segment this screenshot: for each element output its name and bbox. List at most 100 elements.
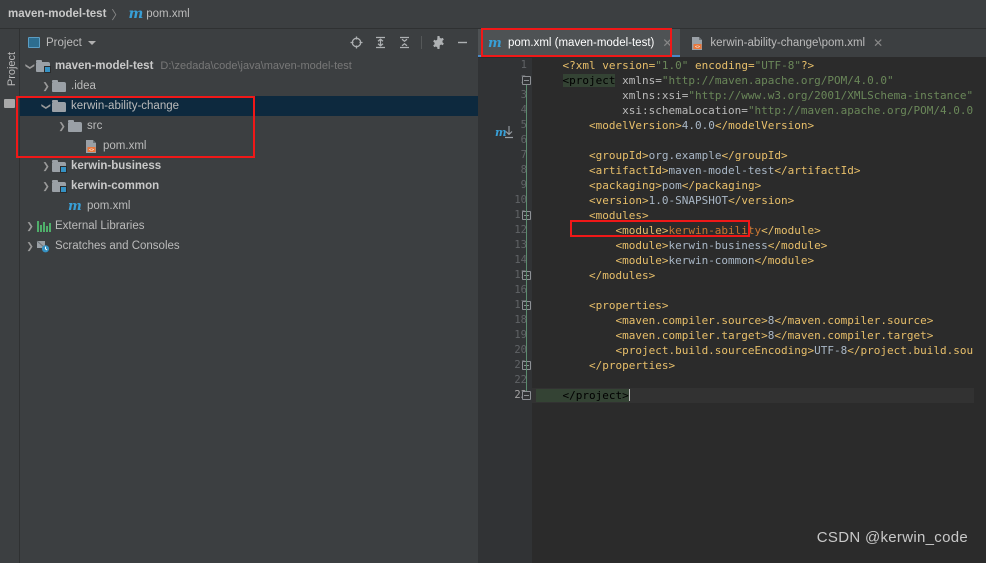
code-content[interactable]: <?xml version="1.0" encoding="UTF-8"?> <… — [532, 58, 986, 563]
tree-node-kerwin-ability-change[interactable]: ❯ kerwin-ability-change — [20, 96, 478, 116]
chevron-down-icon[interactable]: ❯ — [41, 100, 52, 112]
code-token-tag: </version> — [728, 194, 795, 207]
editor-tab-bar[interactable]: m pom.xml (maven-model-test) ✕ <> kerwin-abi… — [478, 29, 986, 58]
code-line[interactable]: <module>kerwin-common</module> — [532, 253, 986, 268]
chevron-right-icon[interactable]: ❯ — [40, 181, 52, 192]
code-line[interactable]: xmlns:xsi="http://www.w3.org/2001/XMLSch… — [532, 88, 986, 103]
code-line[interactable] — [532, 373, 986, 388]
code-line[interactable]: xsi:schemaLocation="http://maven.apache.… — [532, 103, 986, 118]
code-token-pi: <?xml version= — [536, 59, 656, 72]
code-token-tag: </project.build.sourceEncoding> — [847, 344, 986, 357]
code-token-str: "http://www.w3.org/2001/XMLSchema-instan… — [688, 89, 974, 102]
code-line[interactable]: <modelVersion>4.0.0</modelVersion> — [532, 118, 986, 133]
code-token-tag: <project.build.sourceEncoding> — [536, 344, 815, 357]
editor-gutter[interactable]: 1234567891011121314151617181920212223 m — [478, 58, 532, 563]
code-line[interactable]: <project xmlns="http://maven.apache.org/… — [532, 73, 986, 88]
folder-icon — [68, 119, 83, 133]
chevron-down-icon[interactable]: ❯ — [25, 60, 36, 72]
tool-strip-button-project[interactable]: Project — [6, 41, 18, 97]
tree-node-root-pom[interactable]: m pom.xml — [20, 196, 478, 216]
code-token-tag: </module> — [767, 239, 828, 252]
code-token-hl: <project — [562, 74, 616, 87]
code-token-tag: <modules> — [536, 209, 649, 222]
tree-node-external-libraries[interactable]: ❯ External Libraries — [20, 216, 478, 236]
breadcrumb-project[interactable]: maven-model-test — [8, 8, 106, 20]
tree-node-idea[interactable]: ❯ .idea — [20, 76, 478, 96]
tree-node-path: D:\zedada\code\java\maven-model-test — [160, 60, 352, 72]
code-line[interactable] — [532, 133, 986, 148]
module-folder-icon — [52, 179, 67, 193]
tree-node-root[interactable]: ❯ maven-model-test D:\zedada\code\java\mav… — [20, 56, 478, 76]
code-line[interactable]: </project> — [532, 388, 986, 403]
tree-node-child-pom[interactable]: <> pom.xml — [20, 136, 478, 156]
chevron-right-icon[interactable]: ❯ — [40, 81, 52, 92]
settings-gear-icon[interactable] — [431, 35, 446, 50]
xml-file-icon: <> — [84, 139, 99, 153]
code-token-tag: <artifactId> — [536, 164, 669, 177]
code-token-tag: </properties> — [536, 359, 676, 372]
project-tree[interactable]: ❯ maven-model-test D:\zedada\code\java\mav… — [20, 56, 478, 563]
fold-close-icon[interactable] — [522, 391, 531, 400]
fold-open-icon[interactable] — [522, 76, 531, 85]
editor-tab-root-pom[interactable]: m pom.xml (maven-model-test) ✕ — [478, 29, 681, 57]
code-line[interactable]: <maven.compiler.source>8</maven.compiler… — [532, 313, 986, 328]
code-folding-column[interactable] — [522, 58, 532, 563]
tree-node-label: kerwin-business — [71, 160, 162, 172]
editor-tab-label: pom.xml (maven-model-test) — [508, 37, 655, 49]
code-line[interactable]: <groupId>org.example</groupId> — [532, 148, 986, 163]
code-token-txt: org.example — [648, 149, 722, 162]
external-libraries-icon — [36, 220, 51, 233]
code-line[interactable]: <artifactId>maven-model-test</artifactId… — [532, 163, 986, 178]
code-token-tag: </module> — [761, 224, 821, 237]
collapse-all-icon[interactable] — [397, 35, 412, 50]
code-line[interactable]: <?xml version="1.0" encoding="UTF-8"?> — [532, 58, 986, 73]
code-line[interactable]: </properties> — [532, 358, 986, 373]
navigation-bar: maven-model-test 〉 m pom.xml — [0, 0, 986, 29]
error-stripe-gutter[interactable] — [974, 58, 986, 563]
code-line[interactable] — [532, 283, 986, 298]
close-icon[interactable]: ✕ — [662, 36, 672, 50]
maven-m-icon: m — [68, 198, 82, 214]
code-token-tag: <module> — [536, 224, 669, 237]
code-line[interactable]: <properties> — [532, 298, 986, 313]
code-line[interactable]: <packaging>pom</packaging> — [532, 178, 986, 193]
code-line[interactable]: <module>kerwin-ability</module> — [532, 223, 986, 238]
code-token-tag: <groupId> — [536, 149, 649, 162]
expand-all-icon[interactable] — [373, 35, 388, 50]
code-token-err: kerwin-ability — [668, 224, 762, 237]
code-token-tag: <packaging> — [536, 179, 662, 192]
code-line[interactable]: </modules> — [532, 268, 986, 283]
close-icon[interactable]: ✕ — [873, 36, 883, 50]
hide-panel-icon[interactable] — [455, 35, 470, 50]
tree-node-kerwin-common[interactable]: ❯ kerwin-common — [20, 176, 478, 196]
code-token-txt: kerwin-common — [668, 254, 755, 267]
editor-tab-label: kerwin-ability-change\pom.xml — [710, 37, 866, 49]
watermark: CSDN @kerwin_code — [816, 529, 968, 546]
tree-node-kerwin-business[interactable]: ❯ kerwin-business — [20, 156, 478, 176]
code-token-tag: <modelVersion> — [536, 119, 682, 132]
code-line[interactable]: <modules> — [532, 208, 986, 223]
code-token-str: "http://maven.apache.org/POM/4.0.0" — [661, 74, 894, 87]
tree-node-scratches[interactable]: ❯ Scratches and Consoles — [20, 236, 478, 256]
code-line[interactable]: <version>1.0-SNAPSHOT</version> — [532, 193, 986, 208]
fold-guide-line — [526, 85, 527, 391]
code-line[interactable]: <module>kerwin-business</module> — [532, 238, 986, 253]
tree-node-src[interactable]: ❯ src — [20, 116, 478, 136]
locate-in-tree-icon[interactable] — [349, 35, 364, 50]
code-token-tag: </modules> — [536, 269, 656, 282]
code-token-tag: <maven.compiler.source> — [536, 314, 768, 327]
code-line[interactable]: <project.build.sourceEncoding>UTF-8</pro… — [532, 343, 986, 358]
tree-node-label: Scratches and Consoles — [55, 240, 180, 252]
chevron-down-icon[interactable] — [87, 40, 96, 45]
chevron-right-icon[interactable]: ❯ — [24, 221, 36, 232]
chevron-right-icon[interactable]: ❯ — [56, 121, 68, 132]
project-panel-title-group[interactable]: Project — [28, 37, 96, 49]
chevron-right-icon[interactable]: ❯ — [40, 161, 52, 172]
breadcrumb-file[interactable]: pom.xml — [146, 8, 189, 20]
project-panel-title: Project — [46, 36, 82, 49]
chevron-right-icon[interactable]: ❯ — [24, 241, 36, 252]
code-line[interactable]: <maven.compiler.target>8</maven.compiler… — [532, 328, 986, 343]
folder-icon — [52, 99, 67, 113]
editor-tab-child-pom[interactable]: <> kerwin-ability-change\pom.xml ✕ — [680, 29, 891, 57]
